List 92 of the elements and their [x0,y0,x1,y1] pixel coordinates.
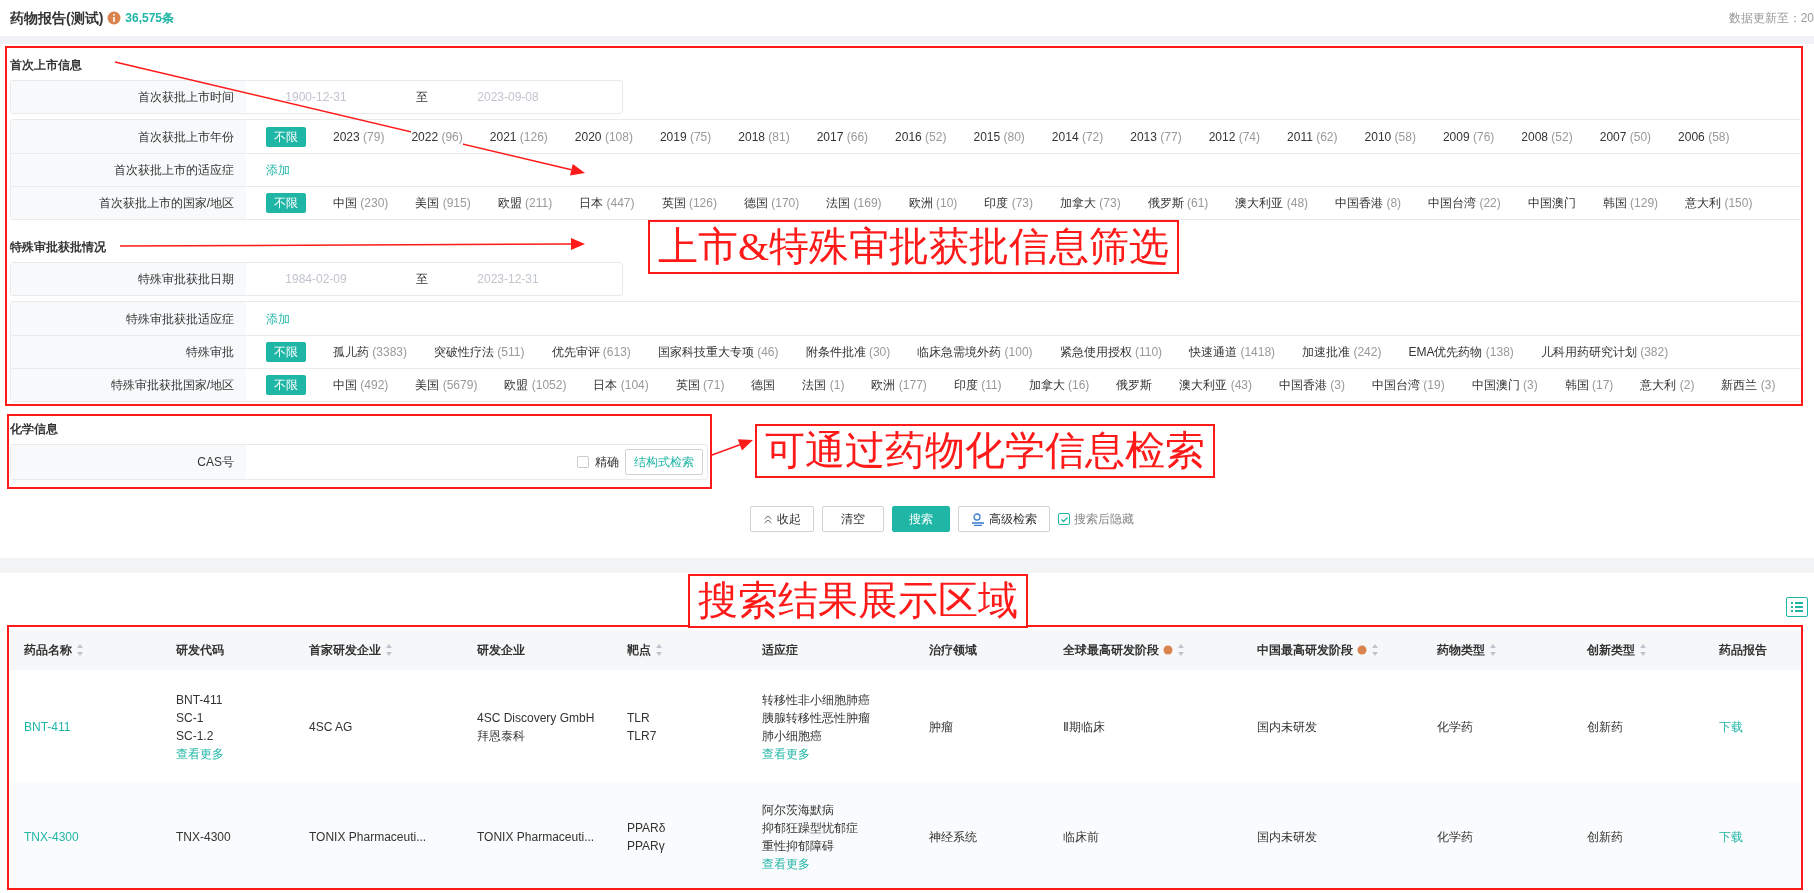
cell-text: 肺小细胞癌 [762,728,822,743]
column-header: 治疗领域 [929,642,977,659]
filter-option[interactable]: 中国澳门 (3) [1471,375,1538,395]
checkbox[interactable] [1058,513,1070,525]
cell-text: TLR7 [627,728,657,743]
cell-text: 拜恩泰科 [477,728,525,743]
record-count: 36,575条 [125,10,175,27]
sort-icon[interactable] [1177,643,1185,657]
filter-label: CAS号 [11,445,246,479]
column-header[interactable]: 药物类型 [1437,641,1485,659]
update-date-label: 数据更新至：20 [1728,10,1814,27]
annotation-arrow [711,439,753,456]
column-header[interactable]: 创新类型 [1587,641,1635,659]
clear-button[interactable]: 清空 [822,506,884,532]
cell-text: 转移性非小细胞肺癌 [762,692,870,707]
filter-option[interactable]: 印度 (73) [984,193,1033,213]
checkbox-label: 精确 [595,454,619,471]
advanced-search-button[interactable]: 高级检索 [958,506,1050,532]
filter-option[interactable]: 美国 (5679) [415,375,478,395]
annotation-label: 搜索结果展示区域 [688,574,1028,628]
column-header[interactable]: 靶点 [627,641,651,659]
filter-label: 首次获批上市的国家/地区 [11,187,246,219]
annotation-label: 上市&特殊审批获批信息筛选 [648,220,1180,274]
cell-text: BNT-411 [176,692,223,707]
sort-icon[interactable] [1639,643,1647,657]
info-icon[interactable] [1357,645,1367,655]
range-separator: 至 [416,89,428,106]
info-icon[interactable] [107,11,122,25]
cell-text: 神经系统 [929,829,977,844]
cell-text: 抑郁狂躁型忧郁症 [762,820,858,835]
column-header: 研发代码 [176,642,224,659]
filter-label: 特殊审批 [11,336,246,368]
cell-text: 阿尔茨海默病 [762,802,834,817]
cell-text: 化学药 [1437,719,1473,734]
sort-icon[interactable] [1489,643,1497,657]
filter-option[interactable]: 印度 (11) [953,375,1002,395]
filter-label: 特殊审批获批日期 [11,263,246,295]
sort-icon[interactable] [655,643,663,657]
cell-text: Ⅱ期临床 [1063,719,1105,734]
filter-label: 首次获批上市时间 [11,81,246,113]
collapse-button[interactable]: 收起 [750,506,814,532]
sort-icon[interactable] [385,643,393,657]
list-icon [1791,601,1803,613]
column-header[interactable]: 药品名称 [24,641,72,659]
filter-label: 首次获批上市的适应症 [11,154,246,186]
cell-text: 创新药 [1587,829,1623,844]
column-header: 研发企业 [477,642,525,659]
list-view-button[interactable] [1786,597,1808,617]
filter-option[interactable]: 优先审评 (613) [551,342,631,362]
cell-text: 国内未研发 [1257,829,1317,844]
filter-option[interactable]: 美国 (915) [415,193,471,213]
cell-text: 重性抑郁障碍 [762,838,834,853]
filter-option[interactable]: 新西兰 (3) [1721,375,1776,395]
sort-icon[interactable] [76,643,84,657]
column-header[interactable]: 首家研发企业 [309,641,381,659]
cell-text: 临床前 [1063,829,1099,844]
search-lines-icon [971,512,985,526]
info-icon[interactable] [1163,645,1173,655]
filter-option[interactable]: 中国台湾 (22) [1428,193,1501,213]
filter-label: 特殊审批获批适应症 [11,302,246,335]
sort-icon[interactable] [1371,643,1379,657]
cell-text: 胰腺转移性恶性肿瘤 [762,710,870,725]
cell-text: PPARγ [627,838,665,853]
page-title: 药物报告(测试) [10,8,104,28]
section-title: 化学信息 [10,421,58,438]
cell-text: TNX-4300 [176,829,231,844]
filter-option[interactable]: 临床急需境外药 (100) [917,342,1033,362]
column-header: 药品报告 [1719,642,1767,659]
cell-text: 创新药 [1587,719,1623,734]
column-header: 适应症 [762,642,798,659]
cell-text: TLR [627,710,650,725]
cell-text: TONIX Pharmaceuti... [477,829,595,844]
cell-text: 化学药 [1437,829,1473,844]
cell-text: 4SC Discovery GmbH [477,710,595,725]
checkbox[interactable] [577,456,589,468]
section-title: 特殊审批获批情况 [10,239,106,256]
cell-text: PPARδ [627,820,666,835]
cell-text: TONIX Pharmaceuti... [309,829,427,844]
chevrons-up-icon [763,514,773,524]
filter-label: 特殊审批获批国家/地区 [11,369,246,401]
filter-label: 首次获批上市年份 [11,120,246,153]
annotation-label: 可通过药物化学信息检索 [755,424,1215,478]
cell-text: 4SC AG [309,719,353,734]
cell-text: SC-1 [176,710,204,725]
cell-text: SC-1.2 [176,728,214,743]
section-title: 首次上市信息 [10,57,82,74]
filter-option[interactable]: 国家科技重大专项 (46) [657,342,779,362]
cell-text: 国内未研发 [1257,719,1317,734]
checkbox-label: 搜索后隐藏 [1074,511,1134,528]
cell-text: 肿瘤 [929,719,953,734]
filter-option[interactable]: 中国台湾 (19) [1372,375,1445,395]
range-separator: 至 [416,271,428,288]
